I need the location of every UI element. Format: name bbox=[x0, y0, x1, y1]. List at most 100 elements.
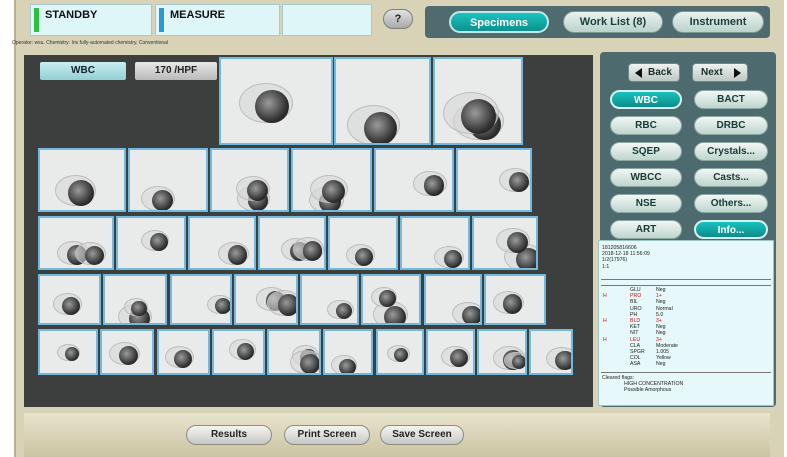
cell-nucleus bbox=[149, 233, 168, 252]
chemistry-table: GLU Neg H PRO 1+ BIL Neg URO Normal PH 5.0 H BLD 3+ KE… bbox=[602, 287, 772, 367]
cell-nucleus bbox=[68, 180, 94, 206]
classify-button-sqep[interactable]: SQEP bbox=[610, 142, 682, 161]
cell-nucleus bbox=[151, 190, 173, 210]
cell-nucleus bbox=[462, 305, 480, 323]
classify-button-rbc[interactable]: RBC bbox=[610, 116, 682, 135]
cell-image-tile[interactable] bbox=[472, 216, 538, 270]
classify-button-others[interactable]: Others... bbox=[694, 194, 768, 213]
cell-nucleus bbox=[443, 250, 463, 268]
tab-instrument[interactable]: Instrument bbox=[672, 11, 764, 33]
image-viewer: WBC 170 /HPF bbox=[24, 55, 593, 407]
tab-work-list[interactable]: Work List (8) bbox=[563, 11, 663, 33]
cell-image-tile[interactable] bbox=[433, 57, 523, 145]
cell-nucleus bbox=[354, 247, 374, 266]
cell-image-tile[interactable] bbox=[170, 274, 232, 325]
count-tag: 170 /HPF bbox=[135, 62, 217, 80]
cell-image-tile[interactable] bbox=[38, 329, 98, 375]
cell-image-tile[interactable] bbox=[103, 274, 167, 325]
classify-button-crystals[interactable]: Crystals... bbox=[694, 142, 768, 161]
cell-image-tile[interactable] bbox=[361, 274, 421, 325]
help-button[interactable]: ? bbox=[383, 9, 413, 29]
specimen-header: 181205816606 2018-12-18 11:56:09 1/2(179… bbox=[602, 245, 650, 270]
results-button[interactable]: Results bbox=[186, 425, 272, 445]
classify-button-info[interactable]: Info... bbox=[694, 220, 768, 239]
next-label: Next bbox=[701, 67, 723, 78]
cell-image-tile[interactable] bbox=[212, 329, 265, 375]
nav-strip: Specimens Work List (8) Instrument bbox=[425, 6, 770, 38]
cell-image-tile[interactable] bbox=[374, 148, 454, 212]
cell-image-tile[interactable] bbox=[426, 329, 475, 375]
cell-image-tile[interactable] bbox=[477, 329, 527, 375]
cell-image-tile[interactable] bbox=[484, 274, 546, 325]
cell-image-tile[interactable] bbox=[100, 329, 154, 375]
cell-nucleus bbox=[131, 300, 147, 317]
cell-image-tile[interactable] bbox=[529, 329, 573, 375]
cell-image-tile[interactable] bbox=[328, 216, 398, 270]
cell-image-tile[interactable] bbox=[267, 329, 321, 375]
cell-image-tile[interactable] bbox=[128, 148, 208, 212]
cell-nucleus bbox=[460, 98, 496, 134]
cell-image-tile[interactable] bbox=[323, 329, 373, 375]
cell-image-tile[interactable] bbox=[300, 274, 359, 325]
cell-image-tile[interactable] bbox=[188, 216, 256, 270]
cell-nucleus bbox=[384, 305, 407, 323]
measure-label: MEASURE bbox=[170, 9, 226, 21]
classify-button-wbc[interactable]: WBC bbox=[610, 90, 682, 109]
cell-nucleus bbox=[84, 245, 105, 266]
cell-nucleus bbox=[215, 298, 230, 315]
cell-image-tile[interactable] bbox=[424, 274, 482, 325]
cell-nucleus bbox=[508, 172, 529, 193]
measure-indicator-bar bbox=[159, 8, 164, 32]
cell-nucleus bbox=[227, 245, 248, 265]
cell-image-tile[interactable] bbox=[400, 216, 470, 270]
classify-button-casts[interactable]: Casts... bbox=[694, 168, 768, 187]
classify-button-nse[interactable]: NSE bbox=[610, 194, 682, 213]
cell-image-tile[interactable] bbox=[456, 148, 532, 212]
divider bbox=[601, 279, 771, 280]
classify-button-wbcc[interactable]: WBCC bbox=[610, 168, 682, 187]
cell-nucleus bbox=[61, 296, 80, 315]
cell-nucleus bbox=[335, 302, 352, 320]
divider bbox=[601, 285, 771, 286]
cell-image-tile[interactable] bbox=[116, 216, 186, 270]
flags-block: Cleared flags: HIGH CONCENTRATION Possib… bbox=[602, 375, 683, 394]
back-button[interactable]: Back bbox=[628, 63, 680, 82]
cell-nucleus bbox=[502, 294, 523, 314]
cell-image-tile[interactable] bbox=[38, 216, 114, 270]
cell-image-tile[interactable] bbox=[210, 148, 289, 212]
cell-image-tile[interactable] bbox=[258, 216, 326, 270]
save-screen-button[interactable]: Save Screen bbox=[380, 425, 464, 445]
cell-nucleus bbox=[339, 358, 356, 373]
classify-button-bact[interactable]: BACT bbox=[694, 90, 768, 109]
cell-nucleus bbox=[423, 175, 445, 196]
flag-item: Possible Amorphous bbox=[624, 387, 672, 394]
next-button[interactable]: Next bbox=[692, 63, 748, 82]
cell-nucleus bbox=[511, 354, 525, 370]
cell-image-tile[interactable] bbox=[219, 57, 333, 145]
standby-status: STANDBY bbox=[30, 4, 152, 36]
category-tag: WBC bbox=[40, 62, 126, 80]
cell-image-tile[interactable] bbox=[334, 57, 431, 145]
classify-button-art[interactable]: ART bbox=[610, 220, 682, 239]
cell-image-tile[interactable] bbox=[38, 148, 126, 212]
standby-label: STANDBY bbox=[45, 9, 98, 21]
cell-nucleus bbox=[379, 290, 396, 307]
cell-image-tile[interactable] bbox=[38, 274, 101, 325]
cell-nucleus bbox=[246, 180, 268, 202]
cell-image-tile[interactable] bbox=[291, 148, 372, 212]
standby-indicator-bar bbox=[34, 8, 39, 32]
cell-image-tile[interactable] bbox=[157, 329, 210, 375]
cell-nucleus bbox=[174, 349, 193, 369]
tab-specimens[interactable]: Specimens bbox=[449, 11, 549, 33]
cell-nucleus bbox=[255, 89, 290, 124]
print-screen-button[interactable]: Print Screen bbox=[284, 425, 370, 445]
status-blank bbox=[282, 4, 372, 36]
back-label: Back bbox=[648, 67, 672, 78]
cell-nucleus bbox=[363, 111, 397, 143]
cell-nucleus bbox=[237, 342, 255, 360]
cell-image-tile[interactable] bbox=[376, 329, 424, 375]
cell-nucleus bbox=[555, 350, 571, 371]
cell-image-tile[interactable] bbox=[234, 274, 298, 325]
chemistry-test: ASA bbox=[630, 361, 641, 368]
classify-button-drbc[interactable]: DRBC bbox=[694, 116, 768, 135]
